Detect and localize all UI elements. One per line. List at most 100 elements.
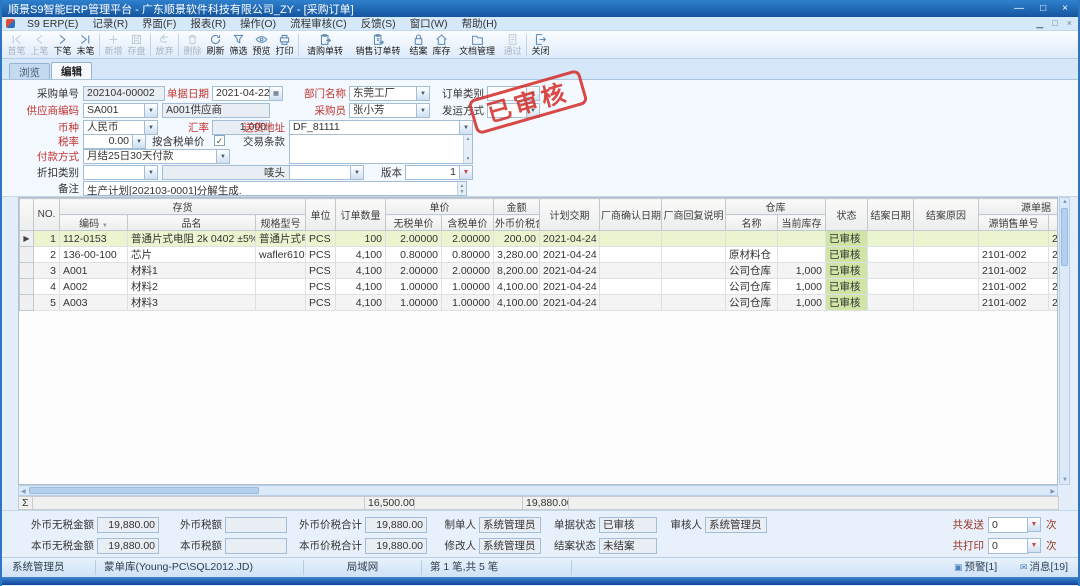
scroll-arrows-icon[interactable]: ▲▼: [463, 135, 472, 163]
shipping-mark-field[interactable]: [289, 165, 351, 180]
menu-record[interactable]: 记录(R): [85, 16, 135, 31]
chevron-down-icon[interactable]: ▼: [460, 120, 473, 135]
menu-help[interactable]: 帮助(H): [455, 16, 505, 31]
table-row[interactable]: 5A003材料3PCS4,1001.000001.000004,100.0020…: [20, 295, 1059, 311]
scrollbar-thumb[interactable]: [29, 487, 259, 494]
col-qty[interactable]: 订单数量: [336, 199, 386, 231]
col-status[interactable]: 状态: [826, 199, 868, 231]
minimize-icon[interactable]: —: [1014, 3, 1024, 14]
menu-operation[interactable]: 操作(O): [233, 16, 283, 31]
payment-terms-field[interactable]: 月结25日30天付款: [83, 149, 217, 164]
currency-field[interactable]: 人民币: [83, 120, 145, 135]
col-wh-name[interactable]: 名称: [726, 215, 778, 231]
supplier-code-field[interactable]: SA001: [83, 103, 145, 118]
toolbar: 首笔 上笔 下笔 末笔 新增 存盘 放弃 删除 刷新 筛选 预览 打印 请购单转…: [2, 31, 1078, 59]
mdi-restore-icon[interactable]: □: [1052, 18, 1057, 29]
col-name[interactable]: 品名: [128, 215, 256, 231]
horizontal-scrollbar[interactable]: ◀▶: [18, 485, 1058, 496]
alert-badge[interactable]: ▣预警[1]: [954, 560, 997, 575]
mdi-minimize-icon[interactable]: ▁: [1036, 18, 1043, 29]
tab-edit[interactable]: 编辑: [51, 62, 92, 79]
discount-type-field[interactable]: [83, 165, 145, 180]
chevron-down-icon[interactable]: ▼: [145, 165, 158, 180]
delivery-address-field[interactable]: DF_81111: [289, 120, 460, 135]
close-icon[interactable]: ×: [1062, 3, 1068, 14]
lc-tax-field: [225, 538, 287, 554]
menu-workflow[interactable]: 流程审核(C): [283, 16, 354, 31]
transfer-sales-order-button[interactable]: 销售订单转: [349, 31, 407, 58]
chevron-down-icon[interactable]: ▼: [417, 103, 430, 118]
spinner-icon[interactable]: ▼: [460, 165, 473, 180]
inventory-button[interactable]: 库存: [430, 31, 453, 58]
dept-name-field[interactable]: 东莞工厂: [349, 86, 417, 101]
chevron-down-icon[interactable]: ▼: [351, 165, 364, 180]
vertical-scrollbar[interactable]: ▲▼: [1059, 197, 1070, 485]
preview-button[interactable]: 预览: [250, 31, 273, 58]
menu-feedback[interactable]: 反馈(S): [354, 16, 403, 31]
document-manage-button[interactable]: 文档管理: [453, 31, 501, 58]
menu-interface[interactable]: 界面(F): [135, 16, 183, 31]
creator-field: 系统管理员: [479, 517, 541, 533]
col-amount-total[interactable]: 外币价税合计: [494, 215, 540, 231]
col-wh-stock[interactable]: 当前库存: [778, 215, 826, 231]
next-record-button[interactable]: 下笔: [51, 31, 74, 58]
filter-icon[interactable]: ▼: [102, 223, 108, 229]
remark-field[interactable]: 生产计划[202103-0001]分解生成.▲▼: [83, 181, 467, 196]
close-case-button[interactable]: 结案: [407, 31, 430, 58]
trade-terms-field[interactable]: ▲▼: [289, 134, 473, 164]
chevron-down-icon[interactable]: ▼: [145, 120, 158, 135]
scroll-left-icon[interactable]: ◀: [21, 488, 26, 495]
scroll-up-icon[interactable]: ▲: [1062, 199, 1068, 205]
col-close-date[interactable]: 结案日期: [868, 199, 914, 231]
filter-button[interactable]: 筛选: [227, 31, 250, 58]
send-count-field[interactable]: 0: [988, 517, 1028, 533]
chevron-down-icon[interactable]: ▼: [133, 134, 146, 149]
buyer-field[interactable]: 张小芳: [349, 103, 417, 118]
tax-rate-field[interactable]: 0.00: [83, 134, 133, 149]
col-unit[interactable]: 单位: [306, 199, 336, 231]
col-close-reason[interactable]: 结案原因: [914, 199, 979, 231]
table-row[interactable]: 4A002材料2PCS4,1001.000001.000004,100.0020…: [20, 279, 1059, 295]
col-vendor-reply[interactable]: 厂商回复说明: [662, 199, 726, 231]
spinner-icon[interactable]: ▼: [1028, 538, 1041, 553]
calendar-icon[interactable]: ▦: [270, 86, 283, 101]
table-row[interactable]: 2136-00-100芯片wafler610PCS4,1000.800000.8…: [20, 247, 1059, 263]
table-row[interactable]: ▶1112-0153普通片式电阻 2k 0402 ±5% 1/16W普通片式电阻…: [20, 231, 1059, 247]
refresh-button[interactable]: 刷新: [204, 31, 227, 58]
scroll-right-icon[interactable]: ▶: [1050, 488, 1055, 495]
maximize-icon[interactable]: □: [1040, 3, 1046, 14]
mdi-close-icon[interactable]: ×: [1067, 18, 1072, 29]
print-button[interactable]: 打印: [273, 31, 296, 58]
last-record-button[interactable]: 末笔: [74, 31, 97, 58]
col-plan-date[interactable]: 计划交期: [540, 199, 600, 231]
scroll-arrows-icon[interactable]: ▲▼: [457, 182, 466, 195]
col-price-inc[interactable]: 含税单价: [442, 215, 494, 231]
chevron-down-icon[interactable]: ▼: [217, 149, 230, 164]
col-vendor-confirm[interactable]: 厂商确认日期: [600, 199, 662, 231]
doc-date-field[interactable]: 2021-04-22: [212, 86, 270, 101]
transfer-request-button[interactable]: 请购单转: [301, 31, 349, 58]
version-field[interactable]: 1: [405, 165, 460, 180]
menu-report[interactable]: 报表(R): [183, 16, 233, 31]
print-count-field[interactable]: 0: [988, 538, 1028, 554]
scrollbar-thumb[interactable]: [1061, 208, 1068, 266]
col-no[interactable]: NO.: [34, 199, 60, 231]
col-price-ex[interactable]: 无税单价: [386, 215, 442, 231]
message-badge[interactable]: ✉消息[19]: [1020, 560, 1068, 575]
col-source-sales-no[interactable]: 源销售单号: [979, 215, 1049, 231]
chevron-down-icon[interactable]: ▼: [145, 103, 158, 118]
col-code[interactable]: 编码 ▼: [60, 215, 128, 231]
tab-browse[interactable]: 浏览: [9, 63, 50, 79]
prev-record-button: 上笔: [28, 31, 51, 58]
prev-record-icon: [33, 33, 46, 46]
menu-window[interactable]: 窗口(W): [403, 16, 455, 31]
scroll-down-icon[interactable]: ▼: [1062, 477, 1068, 483]
table-row[interactable]: 3A001材料1PCS4,1002.000002.000008,200.0020…: [20, 263, 1059, 279]
exit-button[interactable]: 关闭: [529, 31, 552, 58]
spinner-icon[interactable]: ▼: [1028, 517, 1041, 532]
tax-included-checkbox[interactable]: ✓: [214, 135, 225, 146]
col-spec[interactable]: 规格型号: [256, 215, 306, 231]
col-source-more[interactable]: [1049, 215, 1058, 231]
chevron-down-icon[interactable]: ▼: [417, 86, 430, 101]
menu-s9erp[interactable]: S9 ERP(E): [20, 18, 85, 30]
